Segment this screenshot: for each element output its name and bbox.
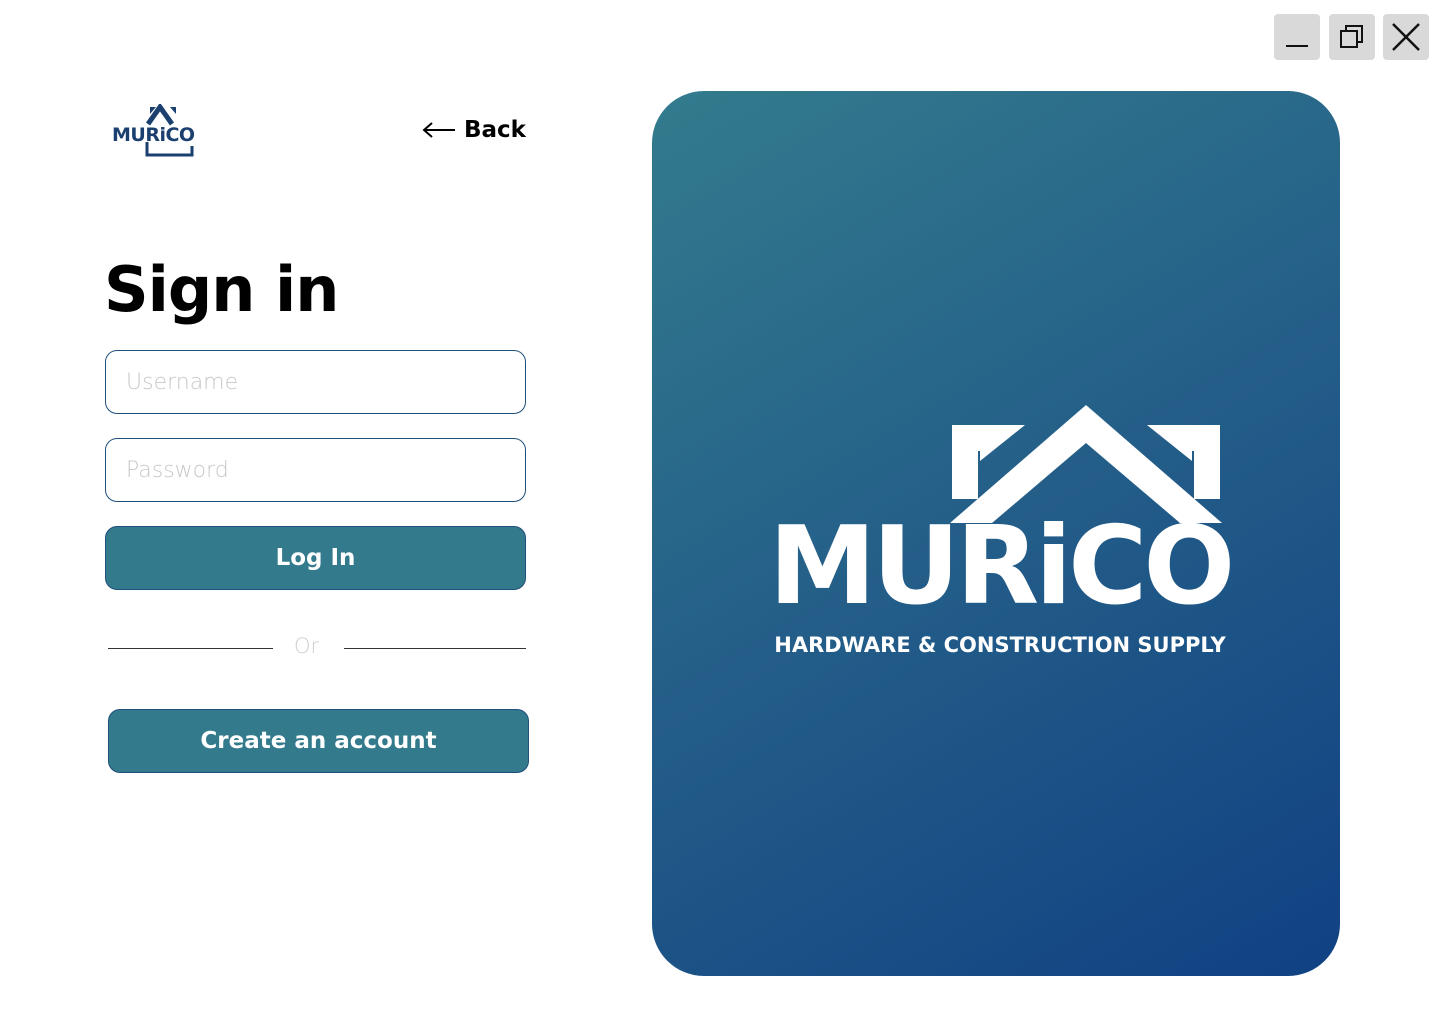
- divider-line-left: [108, 648, 273, 649]
- create-account-button[interactable]: Create an account: [108, 709, 529, 773]
- login-button-label: Log In: [275, 545, 356, 571]
- minimize-button[interactable]: [1274, 14, 1320, 60]
- sign-in-page: MURiCO Back Sign in Log In Or Create an …: [0, 0, 1440, 1024]
- login-button[interactable]: Log In: [105, 526, 526, 590]
- brand-panel: MURiCO HARDWARE & CONSTRUCTION SUPPLY: [652, 91, 1340, 976]
- close-button[interactable]: [1383, 14, 1429, 60]
- password-input[interactable]: [105, 438, 526, 502]
- back-button[interactable]: Back: [422, 112, 526, 148]
- divider-or-text: Or: [294, 634, 320, 658]
- minimize-icon: [1286, 45, 1308, 47]
- close-icon: [1392, 23, 1420, 51]
- divider-line-right: [344, 648, 526, 649]
- arrow-left-icon: [422, 122, 455, 138]
- brand-tagline: HARDWARE & CONSTRUCTION SUPPLY: [774, 633, 1226, 657]
- brand-wordmark: MURiCO: [768, 504, 1235, 629]
- restore-icon: [1340, 25, 1363, 48]
- create-account-label: Create an account: [200, 728, 437, 754]
- back-label: Back: [464, 117, 526, 143]
- restore-button[interactable]: [1329, 14, 1375, 60]
- murico-logo: MURiCO: [112, 104, 206, 158]
- username-input[interactable]: [105, 350, 526, 414]
- page-title: Sign in: [104, 253, 339, 326]
- logo-wordmark: MURiCO: [112, 124, 195, 146]
